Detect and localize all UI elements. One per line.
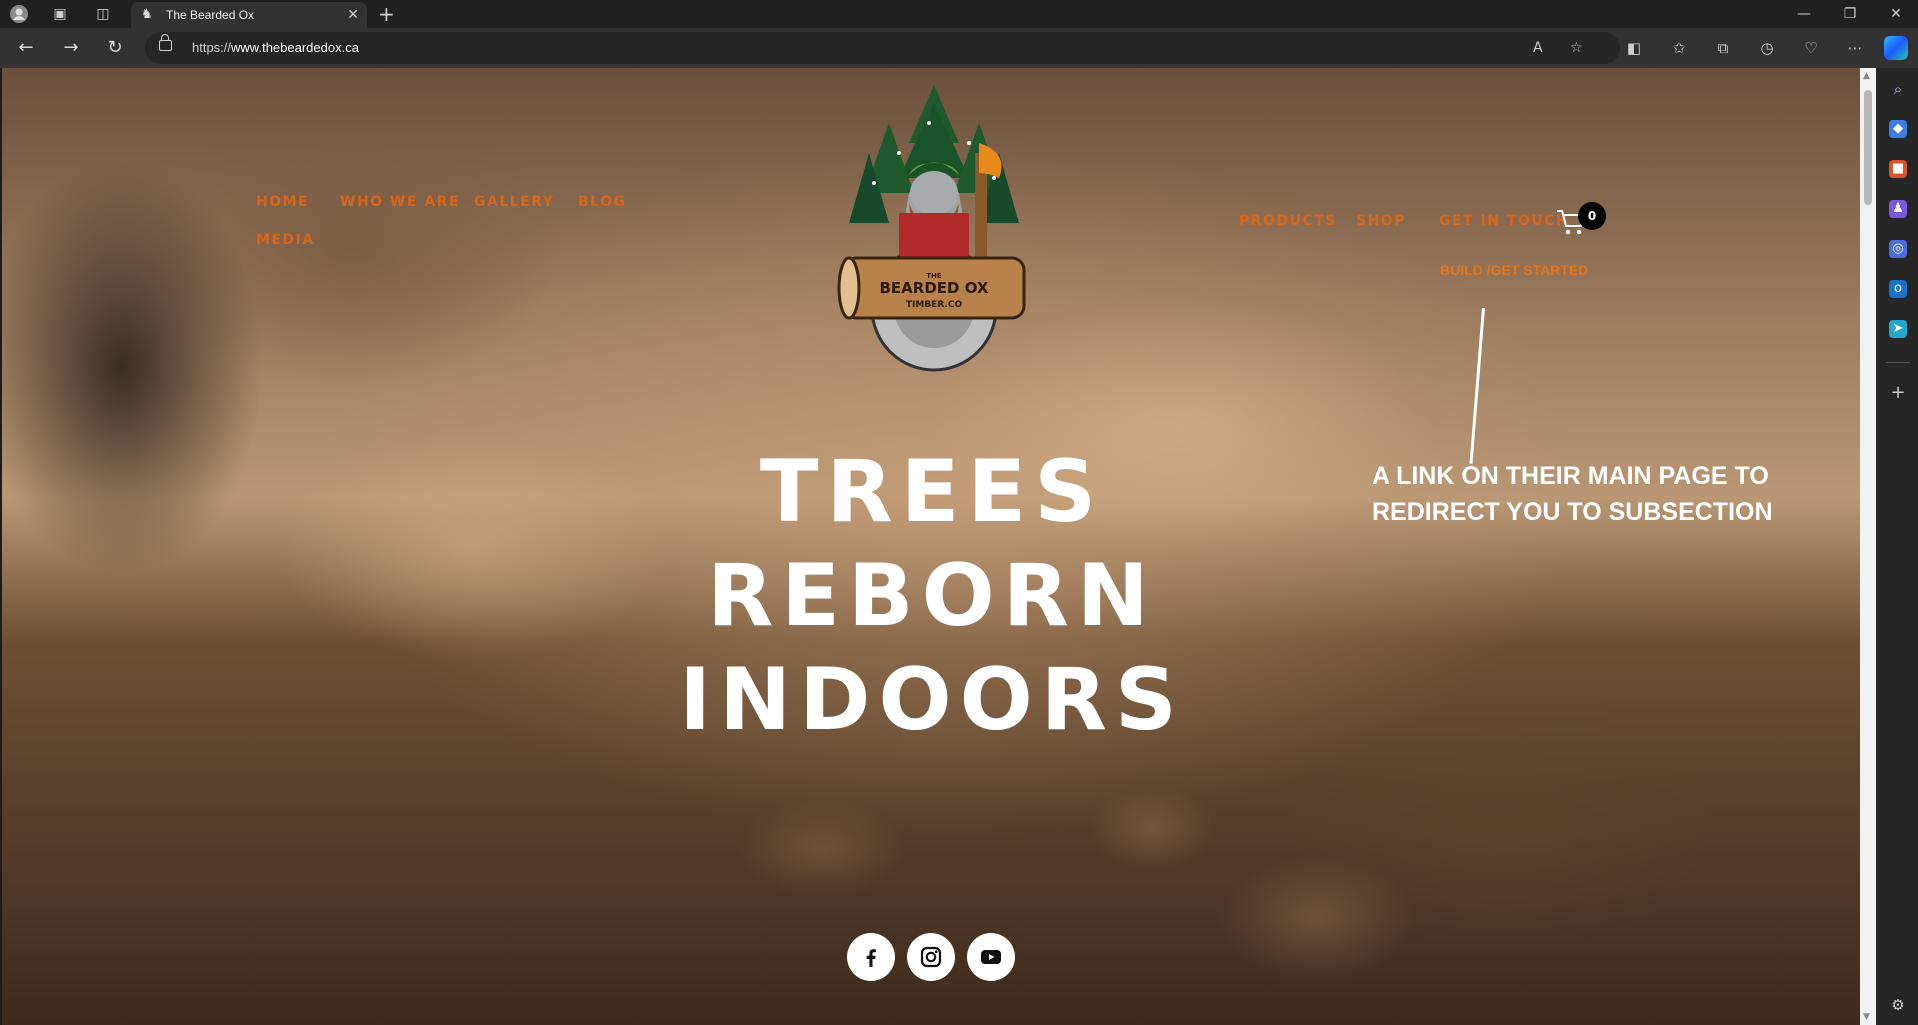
cart-count-badge[interactable]: 0: [1578, 202, 1606, 230]
games-icon[interactable]: ♟: [1889, 200, 1907, 218]
close-tab-icon[interactable]: ✕: [347, 6, 359, 24]
scroll-down-icon[interactable]: ▼: [1863, 1012, 1870, 1022]
outlook-icon[interactable]: o: [1889, 280, 1907, 298]
favorite-star-icon[interactable]: ☆: [1570, 39, 1583, 57]
facebook-icon: [866, 949, 876, 967]
youtube-button[interactable]: [967, 933, 1015, 981]
forward-icon[interactable]: →: [58, 37, 84, 59]
scroll-thumb[interactable]: [1864, 90, 1872, 205]
url-text[interactable]: https://www.thebeardedox.ca: [192, 40, 359, 56]
annotation-line-1: A LINK ON THEIR MAIN PAGE TO: [1372, 462, 1769, 490]
browser-essentials-icon[interactable]: ♡: [1799, 37, 1823, 59]
favorites-icon[interactable]: ✩: [1667, 37, 1691, 59]
nav-home[interactable]: HOME: [256, 194, 309, 210]
search-icon[interactable]: ⌕: [1889, 80, 1907, 98]
refresh-icon[interactable]: ↻: [102, 37, 128, 59]
annotation-text: A LINK ON THEIR MAIN PAGE TO REDIRECT YO…: [1372, 458, 1792, 530]
send-icon[interactable]: ➤: [1889, 320, 1907, 338]
youtube-icon: [981, 950, 1001, 964]
ox-favicon-icon: ♞: [141, 7, 153, 22]
shopping-tag-icon[interactable]: ◆: [1889, 120, 1907, 138]
nav-blog[interactable]: BLOG: [578, 194, 627, 210]
workspaces-icon[interactable]: ▣: [49, 4, 71, 24]
add-sidebar-app-icon[interactable]: +: [1889, 384, 1907, 402]
nav-shop[interactable]: SHOP: [1356, 213, 1406, 229]
instagram-icon: [920, 946, 942, 968]
page-scrollbar[interactable]: ▲ ▼: [1860, 68, 1876, 1025]
nav-get-in-touch[interactable]: GET IN TOUCH: [1439, 213, 1569, 229]
collections-icon[interactable]: ⧉: [1711, 37, 1735, 59]
tab-the-bearded-ox[interactable]: ♞ The Bearded Ox ✕: [131, 2, 367, 28]
close-window-icon[interactable]: ✕: [1881, 4, 1911, 24]
tab-bar: ▣ ◫ ♞ The Bearded Ox ✕ + — ❐ ✕: [0, 0, 1918, 28]
tools-icon[interactable]: ■: [1889, 160, 1907, 178]
edge-sidebar: ⌕ ◆ ■ ♟ ◎ o ➤ + ⚙: [1876, 68, 1918, 1025]
annotation-pointer-line: [1469, 308, 1485, 464]
nav-products[interactable]: PRODUCTS: [1239, 213, 1337, 229]
more-menu-icon[interactable]: ⋯: [1843, 37, 1867, 59]
sidebar-settings-icon[interactable]: ⚙: [1889, 996, 1907, 1014]
read-aloud-icon[interactable]: A: [1533, 39, 1543, 57]
hero-line-2: INDOORS: [679, 650, 1185, 750]
history-icon[interactable]: ◷: [1755, 37, 1779, 59]
hero-line-1: TREES REBORN: [707, 442, 1157, 646]
logo-text-timber: TIMBER.CO: [906, 300, 963, 310]
nav-media[interactable]: MEDIA: [256, 232, 315, 248]
sidebar-divider: [1886, 362, 1910, 363]
new-tab-icon[interactable]: +: [378, 3, 395, 25]
split-screen-icon[interactable]: ◧: [1622, 37, 1646, 59]
hero-headline: TREES REBORN INDOORS: [562, 440, 1302, 752]
back-icon[interactable]: ←: [13, 37, 39, 59]
restore-icon[interactable]: ❐: [1835, 4, 1865, 24]
page-viewport: HOME WHO WE ARE GALLERY BLOG MEDIA THE B…: [2, 68, 1860, 1025]
address-bar-row: ← → ↻ https://www.thebeardedox.ca A ☆ ◧ …: [0, 28, 1918, 68]
url-field[interactable]: https://www.thebeardedox.ca A ☆: [145, 32, 1620, 64]
nav-gallery[interactable]: GALLERY: [474, 194, 554, 210]
vertical-tabs-icon[interactable]: ◫: [92, 4, 114, 24]
instagram-button[interactable]: [907, 933, 955, 981]
profile-icon[interactable]: [8, 4, 30, 24]
scroll-up-icon[interactable]: ▲: [1863, 71, 1870, 81]
copilot-sidebar-icon[interactable]: ◎: [1889, 240, 1907, 258]
copilot-icon[interactable]: [1884, 36, 1908, 60]
logo-text-brand: BEARDED OX: [880, 279, 989, 297]
minimize-icon[interactable]: —: [1789, 4, 1819, 24]
nav-who-we-are[interactable]: WHO WE ARE: [340, 194, 460, 210]
lock-icon[interactable]: [159, 34, 172, 51]
tab-title: The Bearded Ox: [166, 8, 255, 22]
nav-build-get-started[interactable]: BUILD /GET STARTED: [1440, 262, 1588, 278]
facebook-button[interactable]: [847, 933, 895, 981]
bearded-ox-logo[interactable]: THE BEARDED OX TIMBER.CO: [829, 83, 1039, 373]
annotation-line-2: REDIRECT YOU TO SUBSECTION: [1372, 498, 1773, 526]
